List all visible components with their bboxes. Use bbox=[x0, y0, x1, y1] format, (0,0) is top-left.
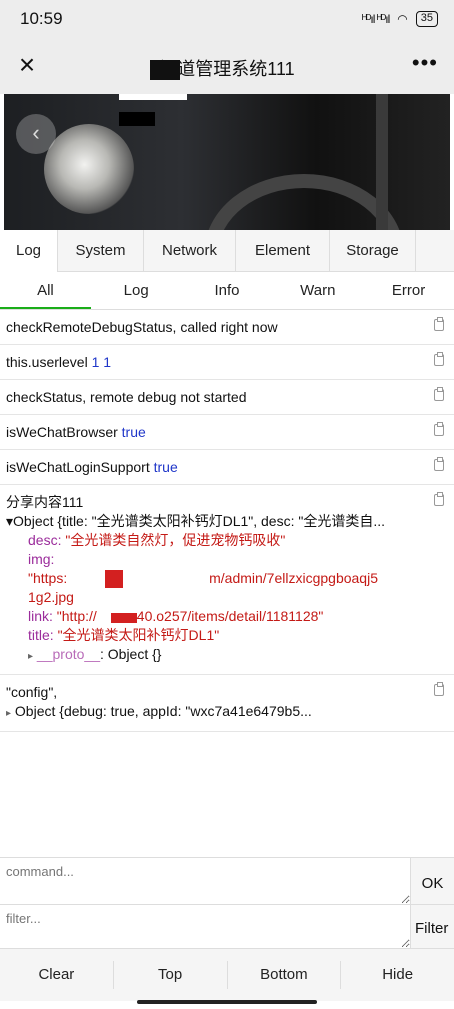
command-input[interactable] bbox=[0, 858, 410, 904]
object-summary[interactable]: ▾Object {title: "全光谱类太阳补钙灯DL1", desc: "全… bbox=[6, 512, 448, 531]
log-value: 1 1 bbox=[91, 354, 112, 370]
more-icon[interactable]: ••• bbox=[412, 50, 438, 76]
subtab-error[interactable]: Error bbox=[363, 272, 454, 309]
subtab-log[interactable]: Log bbox=[91, 272, 182, 309]
bottom-button[interactable]: Bottom bbox=[228, 961, 342, 989]
banner-image: ‹ bbox=[4, 94, 450, 230]
bottom-toolbar: Clear Top Bottom Hide bbox=[0, 949, 454, 1001]
home-indicator bbox=[137, 1000, 317, 1004]
log-value: true bbox=[121, 424, 146, 440]
top-button[interactable]: Top bbox=[114, 961, 228, 989]
config-object-text: Object {debug: true, appId: "wxc7a41e647… bbox=[14, 703, 312, 720]
share-title: 分享内容111 bbox=[6, 494, 84, 510]
tab-storage[interactable]: Storage bbox=[330, 230, 416, 272]
log-text: this.userlevel bbox=[6, 354, 88, 370]
page-title: 渠道管理系统111 bbox=[159, 59, 295, 79]
config-label: "config", bbox=[6, 684, 58, 701]
log-text: isWeChatBrowser bbox=[6, 424, 118, 440]
battery-icon: 35 bbox=[415, 11, 438, 27]
tab-log[interactable]: Log bbox=[0, 230, 58, 272]
log-text: checkRemoteDebugStatus, called right now bbox=[6, 319, 278, 335]
copy-icon[interactable] bbox=[434, 682, 444, 697]
redaction-block bbox=[150, 60, 180, 80]
link-value-start: "http:// bbox=[56, 608, 97, 625]
filter-bar: Filter bbox=[0, 905, 454, 949]
expand-right-icon[interactable]: ▸ bbox=[28, 651, 33, 662]
filter-input[interactable] bbox=[0, 905, 410, 948]
img-value-end: m/admin/7ellzxicgpgboaqj5 bbox=[209, 570, 378, 586]
log-list: checkRemoteDebugStatus, called right now… bbox=[0, 310, 454, 733]
log-row-config: "config", ▸ Object {debug: true, appId: … bbox=[0, 675, 454, 733]
object-summary-text: Object {title: "全光谱类太阳补钙灯DL1", desc: "全光… bbox=[13, 513, 386, 529]
expand-right-icon: ▸ bbox=[6, 708, 12, 720]
log-text: checkStatus, remote debug not started bbox=[6, 389, 247, 405]
desc-value: "全光谱类自然灯，促进宠物钙吸收" bbox=[65, 532, 286, 548]
tab-system[interactable]: System bbox=[58, 230, 144, 272]
redaction-mark bbox=[110, 612, 137, 623]
log-row: checkStatus, remote debug not started bbox=[0, 380, 454, 415]
filter-button[interactable]: Filter bbox=[410, 905, 454, 948]
copy-icon[interactable] bbox=[434, 352, 444, 366]
vconsole-tabs: Log System Network Element Storage bbox=[0, 230, 454, 272]
log-text: isWeChatLoginSupport bbox=[6, 459, 150, 475]
proto-value: : Object {} bbox=[99, 646, 162, 663]
banner-overlay bbox=[119, 94, 187, 100]
banner-redaction bbox=[119, 112, 155, 126]
copy-icon[interactable] bbox=[434, 457, 444, 471]
hide-button[interactable]: Hide bbox=[341, 961, 454, 989]
log-row: isWeChatBrowser true bbox=[0, 415, 454, 450]
status-time: 10:59 bbox=[20, 9, 63, 28]
copy-icon[interactable] bbox=[434, 422, 444, 436]
log-row: checkRemoteDebugStatus, called right now bbox=[0, 310, 454, 345]
clear-button[interactable]: Clear bbox=[0, 961, 114, 989]
log-row-object: 分享内容111 ▾Object {title: "全光谱类太阳补钙灯DL1", … bbox=[0, 485, 454, 676]
link-value-end: 40.o257/items/detail/1181128" bbox=[136, 608, 324, 625]
title-key: title: bbox=[28, 627, 54, 644]
img-key: img: bbox=[28, 551, 55, 567]
log-row: isWeChatLoginSupport true bbox=[0, 450, 454, 485]
log-level-tabs: All Log Info Warn Error bbox=[0, 272, 454, 310]
img-value-file: 1g2.jpg bbox=[28, 589, 74, 606]
subtab-warn[interactable]: Warn bbox=[272, 272, 363, 309]
tab-network[interactable]: Network bbox=[144, 230, 236, 272]
log-row: this.userlevel 1 1 bbox=[0, 345, 454, 380]
desc-key: desc: bbox=[28, 532, 62, 548]
config-object[interactable]: ▸ Object {debug: true, appId: "wxc7a41e6… bbox=[6, 702, 424, 723]
signal-icon: ᴴᴰıl ᴴᴰıl bbox=[361, 12, 390, 26]
link-key: link: bbox=[28, 608, 53, 625]
lamp-image bbox=[44, 124, 134, 214]
command-bar: OK bbox=[0, 857, 454, 905]
carousel-prev-icon[interactable]: ‹ bbox=[16, 114, 56, 154]
title-value: "全光谱类太阳补钙灯DL1" bbox=[57, 627, 220, 644]
log-value: true bbox=[153, 459, 178, 475]
proto-key: __proto__ bbox=[36, 646, 100, 663]
expand-down-icon: ▾ bbox=[6, 513, 14, 529]
wheel-image bbox=[204, 174, 404, 230]
ok-button[interactable]: OK bbox=[410, 858, 454, 904]
copy-icon[interactable] bbox=[434, 317, 444, 331]
img-value-start: "https: bbox=[28, 570, 68, 586]
status-bar: 10:59 ᴴᴰıl ᴴᴰıl ◠ 35 bbox=[0, 0, 454, 38]
copy-icon[interactable] bbox=[434, 387, 444, 401]
nav-bar: × 渠道管理系统111 ••• bbox=[0, 38, 454, 94]
subtab-all[interactable]: All bbox=[0, 272, 91, 309]
subtab-info[interactable]: Info bbox=[182, 272, 273, 309]
banner-pole bbox=[376, 94, 388, 230]
tab-element[interactable]: Element bbox=[236, 230, 330, 272]
copy-icon[interactable] bbox=[434, 492, 444, 506]
redaction-mark bbox=[105, 570, 124, 589]
status-icons: ᴴᴰıl ᴴᴰıl ◠ 35 bbox=[362, 11, 438, 27]
wifi-icon: ◠ bbox=[397, 12, 408, 26]
